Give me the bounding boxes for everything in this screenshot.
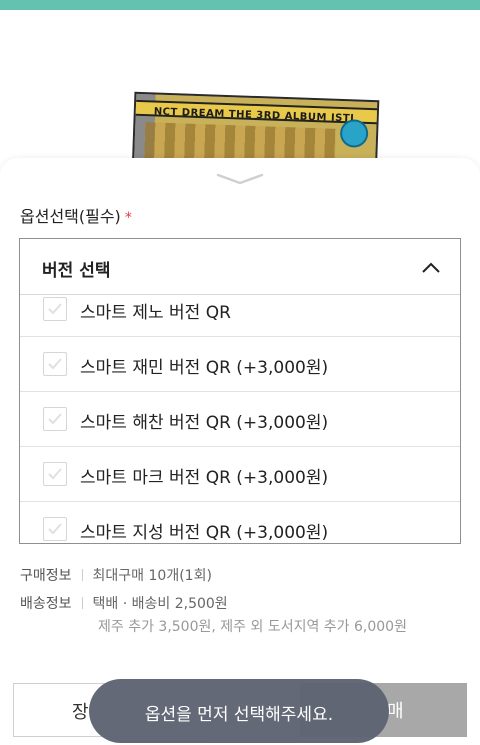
checkbox[interactable] <box>43 352 67 376</box>
option-item[interactable]: 스마트 지성 버전 QR (+3,000원) <box>20 502 460 543</box>
option-select-label: 옵션선택(필수) * <box>20 207 132 226</box>
purchase-info-value: 최대구매 10개(1회) <box>92 568 212 584</box>
option-label: 스마트 지성 버전 QR (+3,000원) <box>80 523 329 543</box>
sheet-collapse-chevron-icon[interactable] <box>214 172 266 186</box>
option-item[interactable]: 스마트 재민 버전 QR (+3,000원) <box>20 337 460 392</box>
divider <box>81 597 83 609</box>
option-label: 스마트 재민 버전 QR (+3,000원) <box>80 358 329 378</box>
option-label: 스마트 해찬 버전 QR (+3,000원) <box>80 413 329 433</box>
option-bottom-sheet: 옵션선택(필수) * 버전 선택 스마트 제노 버전 QR 스마트 재민 버전 Q… <box>0 158 480 745</box>
dropdown-title: 버전 선택 <box>42 261 111 281</box>
shipping-info-key: 배송정보 <box>20 596 72 612</box>
option-label: 스마트 마크 버전 QR (+3,000원) <box>80 468 329 488</box>
version-select-dropdown[interactable]: 버전 선택 스마트 제노 버전 QR 스마트 재민 버전 QR (+3,000원… <box>19 238 461 544</box>
buy-button-label: 매 <box>387 701 404 722</box>
option-item[interactable]: 스마트 마크 버전 QR (+3,000원) <box>20 447 460 502</box>
check-icon <box>48 468 62 480</box>
check-icon <box>48 303 62 315</box>
option-item[interactable]: 스마트 제노 버전 QR <box>20 296 460 337</box>
shipping-extra-fee: 제주 추가 3,500원, 제주 외 도서지역 추가 6,000원 <box>98 619 407 635</box>
toast-text: 옵션을 먼저 선택해주세요. <box>144 705 334 725</box>
shipping-info-value: 택배 · 배송비 2,500원 <box>92 596 228 612</box>
purchase-info-key: 구매정보 <box>20 568 72 584</box>
required-mark: * <box>124 210 132 226</box>
option-item[interactable]: 스마트 해찬 버전 QR (+3,000원) <box>20 392 460 447</box>
album-cover-text: NCT DREAM THE 3RD ALBUM ISTJ <box>153 106 355 125</box>
checkbox[interactable] <box>43 517 67 541</box>
option-list[interactable]: 스마트 제노 버전 QR 스마트 재민 버전 QR (+3,000원) 스마트 … <box>20 296 460 543</box>
album-badge <box>339 118 369 148</box>
dropdown-header[interactable]: 버전 선택 <box>20 239 460 295</box>
check-icon <box>48 523 62 535</box>
divider <box>81 569 83 581</box>
purchase-info-row: 구매정보 최대구매 10개(1회) <box>20 565 212 585</box>
shipping-info-row: 배송정보 택배 · 배송비 2,500원 <box>20 593 228 613</box>
check-icon <box>48 413 62 425</box>
top-accent-bar <box>0 0 480 10</box>
chevron-up-icon[interactable] <box>420 257 442 279</box>
cart-button-label: 장 <box>72 702 89 723</box>
checkbox[interactable] <box>43 462 67 486</box>
toast-message: 옵션을 먼저 선택해주세요. <box>89 679 389 743</box>
option-label: 스마트 제노 버전 QR <box>80 303 231 323</box>
product-image-area: NCT DREAM THE 3RD ALBUM ISTJ <box>0 10 480 170</box>
checkbox[interactable] <box>43 297 67 321</box>
checkbox[interactable] <box>43 407 67 431</box>
check-icon <box>48 358 62 370</box>
